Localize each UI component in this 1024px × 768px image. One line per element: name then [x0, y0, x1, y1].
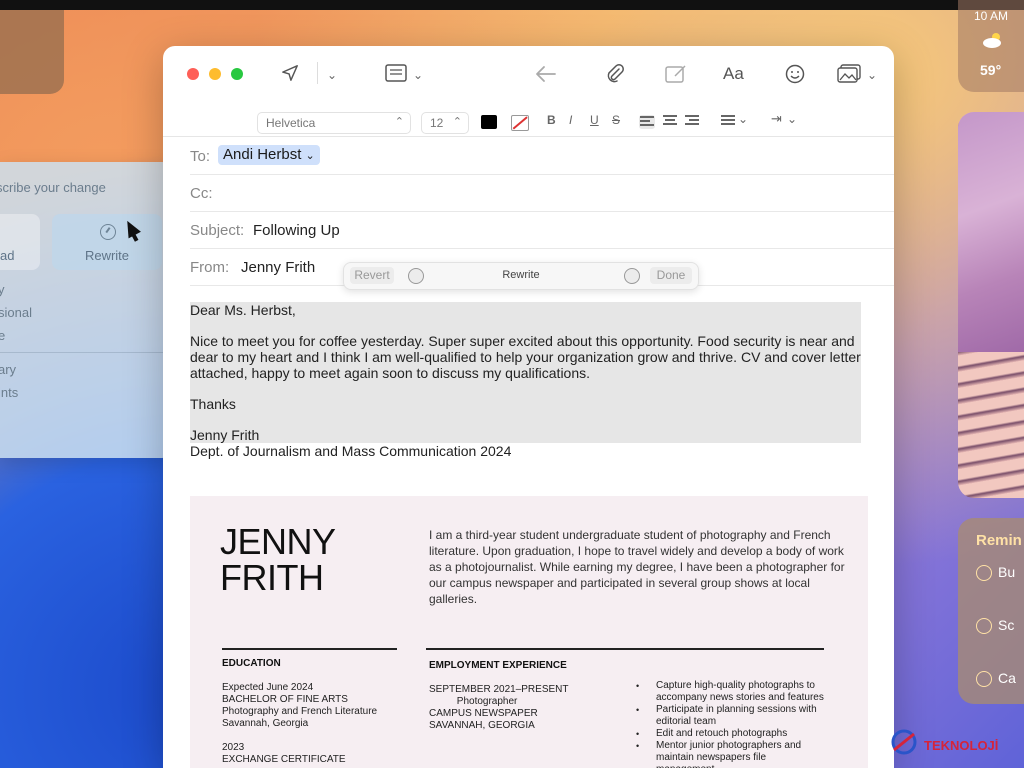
align-right-icon[interactable] [685, 115, 699, 127]
weather-widget[interactable]: 10 AM 59° [958, 0, 1024, 92]
writing-tools-panel: scribe your change ad Rewrite y sional e… [0, 162, 176, 458]
tone-option-professional[interactable]: sional [0, 305, 32, 320]
checkbox-icon[interactable] [976, 618, 992, 635]
indent-icon[interactable]: ⇥ [771, 111, 782, 127]
toolbar-divider [317, 62, 318, 84]
align-left-icon[interactable] [639, 115, 655, 129]
align-center-icon[interactable] [663, 115, 677, 127]
font-family-select[interactable]: Helvetica ⌃ [257, 112, 411, 134]
greeting: Dear Ms. Herbst, [190, 302, 296, 318]
chevron-down-icon[interactable]: ⌄ [413, 68, 423, 82]
divider [426, 648, 824, 650]
underline-button[interactable]: U [590, 113, 599, 127]
watermark-logo-icon [891, 729, 917, 755]
italic-button[interactable]: I [569, 113, 572, 127]
list-item: Mentor junior photographers and maintain… [636, 740, 826, 768]
resume-intro: I am a third-year student undergraduate … [429, 528, 845, 606]
chevron-down-icon[interactable]: ⌄ [738, 112, 748, 126]
cc-field[interactable]: Cc: [190, 174, 894, 212]
markup-icon[interactable] [665, 64, 687, 84]
reminder-item[interactable]: Bu [976, 564, 1015, 582]
describe-change-input[interactable]: scribe your change [0, 180, 106, 195]
desktop-widget [0, 10, 64, 94]
menu-bar [0, 0, 1024, 10]
list-icon[interactable] [721, 115, 735, 127]
chevron-down-icon[interactable]: ⌄ [787, 112, 797, 126]
tone-option-friendly[interactable]: y [0, 282, 5, 297]
rewrite-status-label: Rewrite [502, 269, 540, 281]
rewrite-button[interactable]: Rewrite [52, 214, 162, 270]
employment-text: SEPTEMBER 2021–PRESENT Photographer CAMP… [429, 684, 569, 731]
employment-bullets: Capture high-quality photographs to acco… [636, 680, 826, 768]
chevron-down-icon[interactable]: ⌄ [867, 68, 877, 82]
reminders-title: Remin [976, 532, 1022, 549]
signature-name: Jenny Frith [190, 427, 260, 443]
header-fields-icon[interactable] [385, 64, 407, 82]
done-button[interactable]: Done [650, 267, 692, 284]
closing: Thanks [190, 396, 236, 412]
reminder-item[interactable]: Sc [976, 617, 1014, 635]
weather-temp: 59° [980, 62, 1002, 78]
bold-button[interactable]: B [547, 113, 556, 127]
from-value[interactable]: Jenny Frith [241, 259, 315, 276]
format-bar: Helvetica ⌃ 12 ⌃ B I U S ⌄ ⇥ ⌄ [163, 106, 894, 137]
close-button[interactable] [187, 68, 199, 80]
tone-option-concise[interactable]: e [0, 328, 5, 343]
from-label: From: [190, 259, 230, 276]
list-item: Capture high-quality photographs to acco… [636, 680, 826, 704]
zoom-button[interactable] [231, 68, 243, 80]
signature-dept: Dept. of Journalism and Mass Communicati… [190, 443, 512, 459]
photo-widget[interactable] [958, 112, 1024, 498]
divider [222, 648, 397, 650]
reminders-widget[interactable]: Remin Bu Sc Ca [958, 518, 1024, 704]
proofread-label: ad [0, 248, 15, 263]
minimize-button[interactable] [209, 68, 221, 80]
proofread-button[interactable]: ad [0, 214, 40, 270]
list-item: Edit and retouch photographs [636, 728, 826, 740]
send-icon[interactable] [281, 64, 299, 82]
reminder-item[interactable]: Ca [976, 670, 1016, 688]
cloud-sun-icon [983, 33, 1001, 48]
rewrite-bar: Revert Rewrite Done [343, 262, 699, 290]
mail-compose-window: ⌄ ⌄ Aa ⌄ Helvetica ⌃ 12 ⌃ B I U S ⌄ ⇥ ⌄ To… [163, 46, 894, 768]
subject-value[interactable]: Following Up [253, 222, 340, 239]
rewrite-label: Rewrite [84, 248, 130, 263]
weather-time: 10 AM [974, 9, 1009, 23]
to-label: To: [190, 148, 211, 165]
font-size-select[interactable]: 12 ⌃ [421, 112, 469, 134]
message-body[interactable]: Dear Ms. Herbst, Nice to meet you for co… [190, 302, 870, 459]
rewrite-icon [100, 224, 116, 240]
chevron-down-icon[interactable]: ⌄ [327, 68, 337, 82]
chevron-down-icon: ⌄ [305, 150, 315, 162]
subject-field[interactable]: Subject: Following Up [190, 211, 894, 249]
text-color-swatch[interactable] [481, 115, 497, 129]
resume-name: JENNY FRITH [220, 521, 336, 598]
format-fonts-button[interactable]: Aa [723, 64, 744, 84]
emoji-icon[interactable] [785, 64, 805, 84]
background-color-swatch[interactable] [511, 115, 529, 131]
summary-option[interactable]: ary [0, 362, 16, 377]
subject-label: Subject: [190, 222, 245, 239]
employment-heading: EMPLOYMENT EXPERIENCE [429, 660, 567, 671]
education-heading: EDUCATION [222, 658, 281, 669]
to-field[interactable]: To: Andi Herbst ⌄ [190, 137, 894, 175]
list-item: Participate in planning sessions with ed… [636, 704, 826, 728]
checkbox-icon[interactable] [976, 565, 992, 582]
recipient-token[interactable]: Andi Herbst ⌄ [218, 145, 320, 165]
education-text: Expected June 2024 BACHELOR OF FINE ARTS… [222, 682, 378, 765]
reply-icon[interactable] [535, 64, 557, 84]
body-paragraph: Nice to meet you for coffee yesterday. S… [190, 333, 861, 381]
paperclip-icon[interactable] [605, 63, 625, 85]
watermark-text: TEKNOLOJİ [924, 738, 999, 753]
rewrite-again-icon[interactable] [624, 268, 640, 284]
divider [0, 352, 176, 353]
key-points-option[interactable]: ints [0, 385, 18, 400]
resume-attachment[interactable]: JENNY FRITH I am a third-year student un… [190, 496, 868, 768]
checkbox-icon[interactable] [976, 671, 992, 688]
cc-label: Cc: [190, 185, 213, 202]
strikethrough-button[interactable]: S [612, 113, 620, 127]
photo-browser-icon[interactable] [837, 64, 861, 84]
